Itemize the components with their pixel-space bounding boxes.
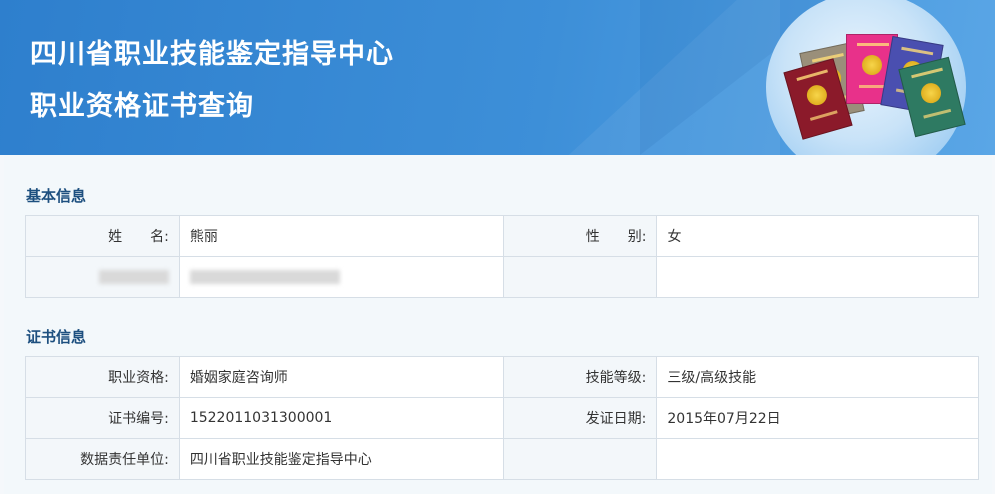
redacted-value bbox=[178, 256, 504, 298]
name-value: 熊丽 bbox=[178, 215, 504, 257]
basic-info-table: 姓 名: 熊丽 性 别: 女 bbox=[25, 215, 979, 298]
skill-level-value: 三级/高级技能 bbox=[656, 356, 979, 398]
data-responsible-unit-label: 数据责任单位: bbox=[25, 438, 180, 480]
section-title-certificate-info: 证书信息 bbox=[26, 328, 87, 346]
table-row: 证书编号: 1522011031300001 发证日期: 2015年07月22日 bbox=[25, 397, 979, 439]
certificate-book-icon bbox=[898, 56, 966, 138]
table-row: 职业资格: 婚姻家庭咨询师 技能等级: 三级/高级技能 bbox=[25, 356, 979, 398]
table-row: 数据责任单位: 四川省职业技能鉴定指导中心 bbox=[25, 438, 979, 480]
query-result-panel: 基本信息 姓 名: 熊丽 性 别: 女 证书信息 职业资格: 婚姻家庭咨询师 技… bbox=[4, 155, 992, 494]
data-responsible-unit-value: 四川省职业技能鉴定指导中心 bbox=[178, 438, 504, 480]
empty-cell bbox=[656, 256, 979, 298]
redacted-label bbox=[25, 256, 180, 298]
empty-cell bbox=[656, 438, 979, 480]
issue-date-label: 发证日期: bbox=[502, 397, 658, 439]
table-row bbox=[25, 256, 979, 298]
gender-value: 女 bbox=[656, 215, 979, 257]
certificate-number-value: 1522011031300001 bbox=[178, 397, 504, 439]
table-row: 姓 名: 熊丽 性 别: 女 bbox=[25, 215, 979, 257]
certificate-number-label: 证书编号: bbox=[25, 397, 180, 439]
header-title-org: 四川省职业技能鉴定指导中心 bbox=[30, 39, 394, 70]
qualification-value: 婚姻家庭咨询师 bbox=[178, 356, 504, 398]
certificate-info-table: 职业资格: 婚姻家庭咨询师 技能等级: 三级/高级技能 证书编号: 152201… bbox=[25, 356, 979, 480]
header-title-page: 职业资格证书查询 bbox=[30, 91, 254, 122]
redacted-blur bbox=[98, 270, 169, 284]
certificate-books-illustration bbox=[766, 0, 966, 155]
skill-level-label: 技能等级: bbox=[502, 356, 658, 398]
qualification-label: 职业资格: bbox=[25, 356, 180, 398]
issue-date-value: 2015年07月22日 bbox=[656, 397, 979, 439]
empty-cell bbox=[502, 438, 658, 480]
section-title-basic-info: 基本信息 bbox=[26, 187, 87, 205]
redacted-blur bbox=[189, 270, 340, 284]
page-header: 四川省职业技能鉴定指导中心 职业资格证书查询 bbox=[0, 0, 995, 155]
empty-cell bbox=[502, 256, 658, 298]
gender-label: 性 别: bbox=[502, 215, 658, 257]
name-label: 姓 名: bbox=[25, 215, 180, 257]
